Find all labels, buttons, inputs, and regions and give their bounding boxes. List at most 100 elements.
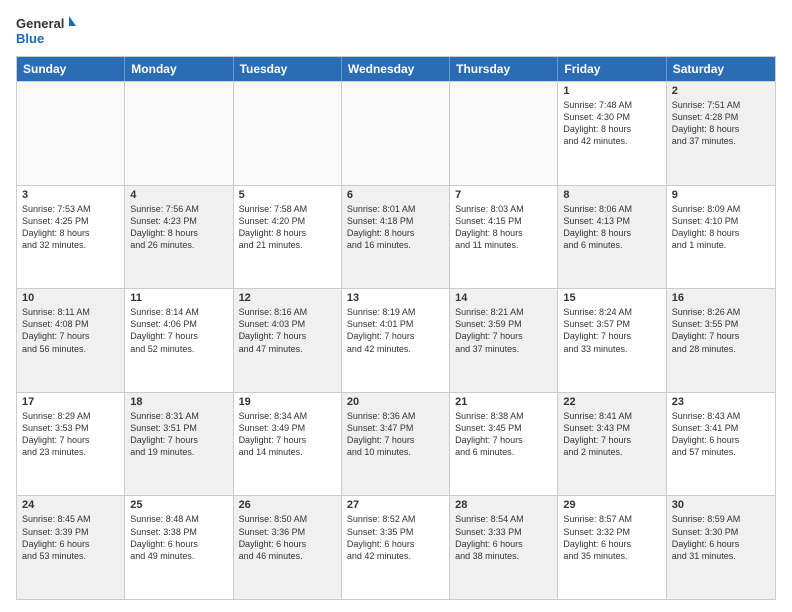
cal-cell: 27 Sunrise: 8:52 AM Sunset: 3:35 PM Dayli… [342,496,450,599]
day-number: 22 [563,396,660,408]
cal-cell: 3 Sunrise: 7:53 AM Sunset: 4:25 PM Daylig… [17,186,125,289]
day-number: 25 [130,499,227,511]
day-of-week-wednesday: Wednesday [342,57,450,81]
cal-cell [450,82,558,185]
cal-cell: 7 Sunrise: 8:03 AM Sunset: 4:15 PM Daylig… [450,186,558,289]
week-row-1: 3 Sunrise: 7:53 AM Sunset: 4:25 PM Daylig… [17,185,775,289]
day-number: 19 [239,396,336,408]
day-info: Sunrise: 8:26 AM Sunset: 3:55 PM Dayligh… [672,306,770,355]
day-of-week-saturday: Saturday [667,57,775,81]
day-number: 12 [239,292,336,304]
day-info: Sunrise: 8:54 AM Sunset: 3:33 PM Dayligh… [455,513,552,562]
day-number: 18 [130,396,227,408]
day-number: 8 [563,189,660,201]
cal-cell: 30 Sunrise: 8:59 AM Sunset: 3:30 PM Dayli… [667,496,775,599]
day-of-week-monday: Monday [125,57,233,81]
day-number: 16 [672,292,770,304]
day-of-week-tuesday: Tuesday [234,57,342,81]
day-number: 29 [563,499,660,511]
cal-cell: 10Sunrise: 8:11 AM Sunset: 4:08 PM Dayli… [17,289,125,392]
cal-cell: 23 Sunrise: 8:43 AM Sunset: 3:41 PM Dayli… [667,393,775,496]
day-info: Sunrise: 8:19 AM Sunset: 4:01 PM Dayligh… [347,306,444,355]
day-info: Sunrise: 8:59 AM Sunset: 3:30 PM Dayligh… [672,513,770,562]
day-info: Sunrise: 8:24 AM Sunset: 3:57 PM Dayligh… [563,306,660,355]
cal-cell: 25Sunrise: 8:48 AM Sunset: 3:38 PM Dayli… [125,496,233,599]
day-info: Sunrise: 8:14 AM Sunset: 4:06 PM Dayligh… [130,306,227,355]
day-number: 2 [672,85,770,97]
day-info: Sunrise: 7:58 AM Sunset: 4:20 PM Dayligh… [239,203,336,252]
day-number: 4 [130,189,227,201]
day-of-week-sunday: Sunday [17,57,125,81]
calendar-header: SundayMondayTuesdayWednesdayThursdayFrid… [17,57,775,81]
day-info: Sunrise: 8:50 AM Sunset: 3:36 PM Dayligh… [239,513,336,562]
svg-text:Blue: Blue [16,31,44,46]
day-number: 27 [347,499,444,511]
day-number: 28 [455,499,552,511]
cal-cell: 1 Sunrise: 7:48 AM Sunset: 4:30 PM Daylig… [558,82,666,185]
cal-cell: 29 Sunrise: 8:57 AM Sunset: 3:32 PM Dayli… [558,496,666,599]
calendar: SundayMondayTuesdayWednesdayThursdayFrid… [16,56,776,600]
cal-cell [17,82,125,185]
cal-cell [234,82,342,185]
cal-cell: 22 Sunrise: 8:41 AM Sunset: 3:43 PM Dayli… [558,393,666,496]
cal-cell: 14 Sunrise: 8:21 AM Sunset: 3:59 PM Dayli… [450,289,558,392]
cal-cell: 12Sunrise: 8:16 AM Sunset: 4:03 PM Dayli… [234,289,342,392]
day-number: 6 [347,189,444,201]
day-number: 24 [22,499,119,511]
day-info: Sunrise: 7:48 AM Sunset: 4:30 PM Dayligh… [563,99,660,148]
day-number: 5 [239,189,336,201]
cal-cell: 24 Sunrise: 8:45 AM Sunset: 3:39 PM Dayli… [17,496,125,599]
calendar-body: 1 Sunrise: 7:48 AM Sunset: 4:30 PM Daylig… [17,81,775,599]
cal-cell: 21 Sunrise: 8:38 AM Sunset: 3:45 PM Dayli… [450,393,558,496]
cal-cell: 13 Sunrise: 8:19 AM Sunset: 4:01 PM Dayli… [342,289,450,392]
day-number: 21 [455,396,552,408]
week-row-3: 17Sunrise: 8:29 AM Sunset: 3:53 PM Dayli… [17,392,775,496]
day-info: Sunrise: 8:21 AM Sunset: 3:59 PM Dayligh… [455,306,552,355]
day-number: 1 [563,85,660,97]
day-info: Sunrise: 8:31 AM Sunset: 3:51 PM Dayligh… [130,410,227,459]
cal-cell: 20 Sunrise: 8:36 AM Sunset: 3:47 PM Dayli… [342,393,450,496]
day-info: Sunrise: 8:52 AM Sunset: 3:35 PM Dayligh… [347,513,444,562]
day-number: 3 [22,189,119,201]
day-info: Sunrise: 8:57 AM Sunset: 3:32 PM Dayligh… [563,513,660,562]
week-row-2: 10Sunrise: 8:11 AM Sunset: 4:08 PM Dayli… [17,288,775,392]
cal-cell: 11 Sunrise: 8:14 AM Sunset: 4:06 PM Dayli… [125,289,233,392]
day-info: Sunrise: 8:03 AM Sunset: 4:15 PM Dayligh… [455,203,552,252]
cal-cell: 5 Sunrise: 7:58 AM Sunset: 4:20 PM Daylig… [234,186,342,289]
cal-cell: 28 Sunrise: 8:54 AM Sunset: 3:33 PM Dayli… [450,496,558,599]
cal-cell: 2 Sunrise: 7:51 AM Sunset: 4:28 PM Daylig… [667,82,775,185]
day-number: 17 [22,396,119,408]
day-info: Sunrise: 8:38 AM Sunset: 3:45 PM Dayligh… [455,410,552,459]
day-info: Sunrise: 8:01 AM Sunset: 4:18 PM Dayligh… [347,203,444,252]
day-info: Sunrise: 8:11 AM Sunset: 4:08 PM Dayligh… [22,306,119,355]
day-number: 14 [455,292,552,304]
cal-cell: 9Sunrise: 8:09 AM Sunset: 4:10 PM Daylig… [667,186,775,289]
cal-cell: 8 Sunrise: 8:06 AM Sunset: 4:13 PM Daylig… [558,186,666,289]
logo-svg: General Blue [16,12,76,48]
cal-cell: 26 Sunrise: 8:50 AM Sunset: 3:36 PM Dayli… [234,496,342,599]
day-info: Sunrise: 7:51 AM Sunset: 4:28 PM Dayligh… [672,99,770,148]
day-number: 15 [563,292,660,304]
day-info: Sunrise: 8:06 AM Sunset: 4:13 PM Dayligh… [563,203,660,252]
day-info: Sunrise: 8:36 AM Sunset: 3:47 PM Dayligh… [347,410,444,459]
page: General Blue SundayMondayTuesdayWednesda… [0,0,792,612]
day-number: 23 [672,396,770,408]
cal-cell: 17Sunrise: 8:29 AM Sunset: 3:53 PM Dayli… [17,393,125,496]
day-number: 7 [455,189,552,201]
day-of-week-thursday: Thursday [450,57,558,81]
day-info: Sunrise: 8:45 AM Sunset: 3:39 PM Dayligh… [22,513,119,562]
day-info: Sunrise: 7:53 AM Sunset: 4:25 PM Dayligh… [22,203,119,252]
day-number: 26 [239,499,336,511]
day-info: Sunrise: 8:43 AM Sunset: 3:41 PM Dayligh… [672,410,770,459]
day-number: 30 [672,499,770,511]
svg-text:General: General [16,16,64,31]
week-row-0: 1 Sunrise: 7:48 AM Sunset: 4:30 PM Daylig… [17,81,775,185]
day-info: Sunrise: 8:41 AM Sunset: 3:43 PM Dayligh… [563,410,660,459]
day-number: 13 [347,292,444,304]
header: General Blue [16,12,776,48]
day-number: 11 [130,292,227,304]
cal-cell [125,82,233,185]
day-info: Sunrise: 8:09 AM Sunset: 4:10 PM Dayligh… [672,203,770,252]
day-of-week-friday: Friday [558,57,666,81]
day-number: 20 [347,396,444,408]
